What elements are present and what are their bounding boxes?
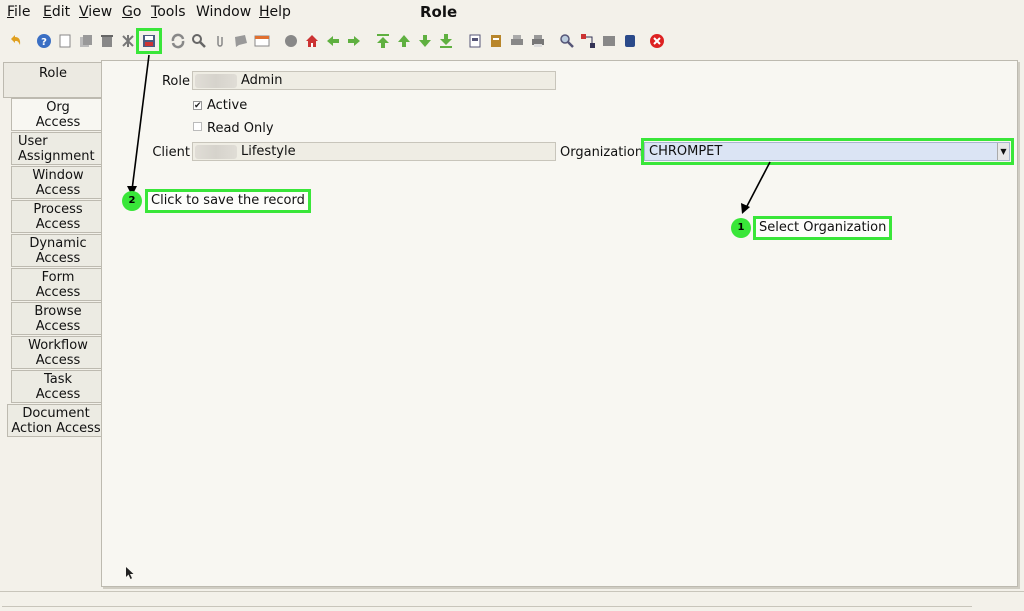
annotation-arrows bbox=[127, 54, 771, 214]
step-2-callout: Click to save the record bbox=[145, 189, 311, 213]
arrow-to-save-callout bbox=[131, 54, 150, 191]
arrow-to-org-callout bbox=[745, 161, 771, 209]
mouse-cursor-icon bbox=[126, 567, 134, 579]
status-bar bbox=[0, 591, 1024, 611]
step-1-callout: Select Organization bbox=[753, 216, 893, 240]
step-1-badge: 1 bbox=[731, 218, 751, 238]
step-2-badge: 2 bbox=[122, 191, 142, 211]
